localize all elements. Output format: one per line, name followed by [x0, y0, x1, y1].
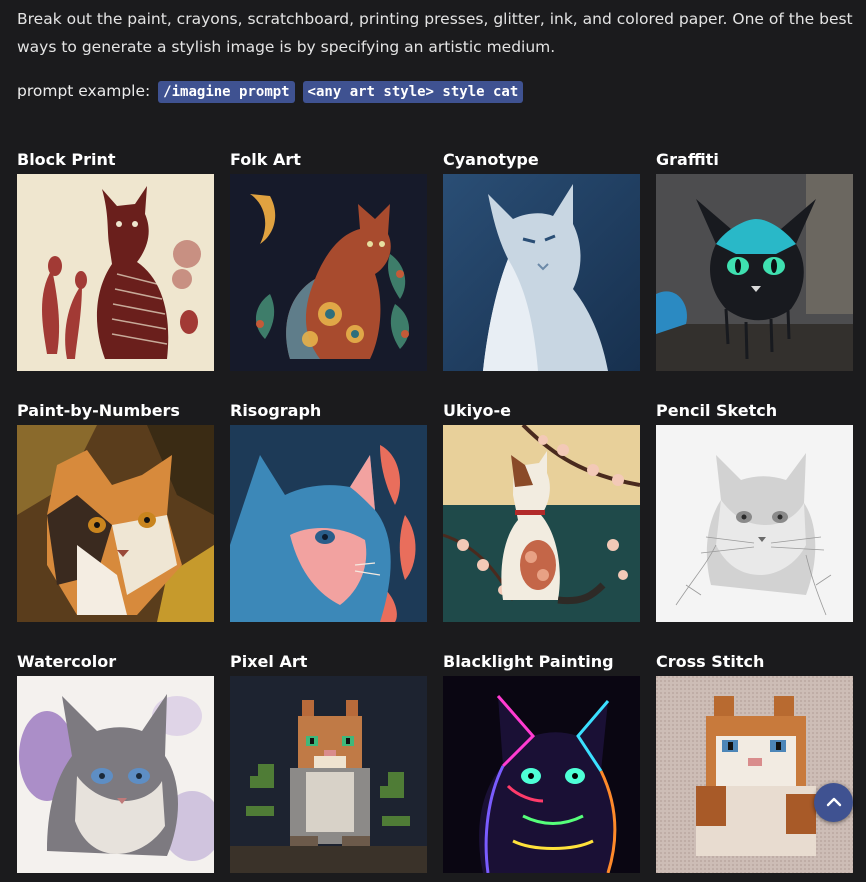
pixel-art-cat-image[interactable]	[230, 676, 427, 873]
arrow-up-icon	[826, 797, 841, 806]
style-title-folk-art: Folk Art	[230, 150, 301, 169]
scroll-to-top-button[interactable]	[814, 783, 853, 822]
risograph-cat-image[interactable]	[230, 425, 427, 622]
style-title-blacklight-painting: Blacklight Painting	[443, 652, 614, 671]
style-title-pencil-sketch: Pencil Sketch	[656, 401, 778, 420]
style-title-ukiyo-e: Ukiyo-e	[443, 401, 512, 420]
prompt-code-command: /imagine prompt	[158, 81, 295, 103]
prompt-example: prompt example: /imagine prompt <any art…	[17, 78, 524, 105]
style-title-paint-by-numbers: Paint-by-Numbers	[17, 401, 180, 420]
cross-stitch-cat-image[interactable]	[656, 676, 853, 873]
style-title-pixel-art: Pixel Art	[230, 652, 308, 671]
pencil-sketch-cat-image[interactable]	[656, 425, 853, 622]
paint-by-numbers-cat-image[interactable]	[17, 425, 214, 622]
block-print-cat-image[interactable]	[17, 174, 214, 371]
folk-art-cat-image[interactable]	[230, 174, 427, 371]
cyanotype-cat-image[interactable]	[443, 174, 640, 371]
ukiyo-e-cat-image[interactable]	[443, 425, 640, 622]
prompt-example-label: prompt example:	[17, 82, 151, 100]
prompt-code-style: <any art style> style cat	[302, 81, 524, 103]
watercolor-cat-image[interactable]	[17, 676, 214, 873]
graffiti-cat-image[interactable]	[656, 174, 853, 371]
style-title-cyanotype: Cyanotype	[443, 150, 539, 169]
intro-paragraph: Break out the paint, crayons, scratchboa…	[17, 10, 853, 56]
blacklight-painting-cat-image[interactable]	[443, 676, 640, 873]
style-title-graffiti: Graffiti	[656, 150, 719, 169]
style-title-cross-stitch: Cross Stitch	[656, 652, 765, 671]
style-title-watercolor: Watercolor	[17, 652, 117, 671]
style-title-risograph: Risograph	[230, 401, 322, 420]
style-title-block-print: Block Print	[17, 150, 116, 169]
